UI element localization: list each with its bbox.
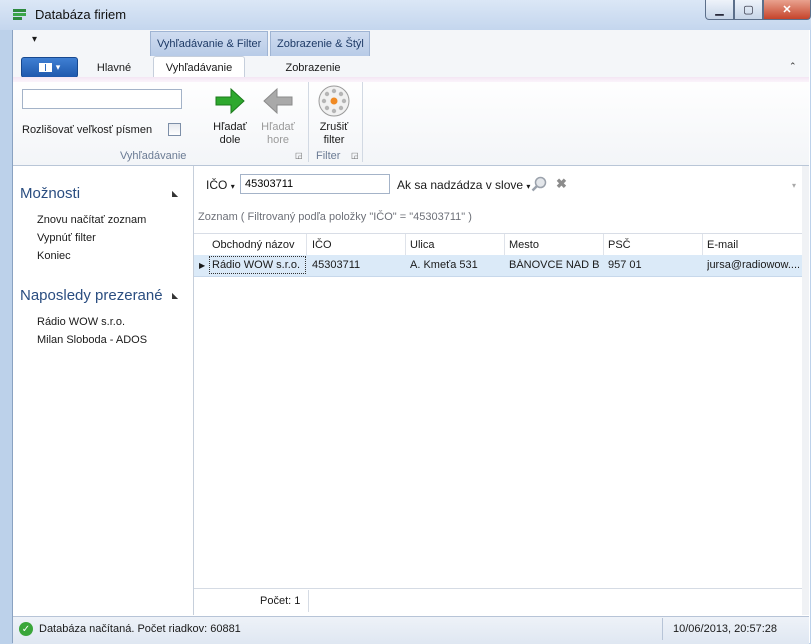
match-mode-dropdown[interactable]: Ak sa nadzádza v slove ▾	[397, 178, 530, 192]
close-button[interactable]: ✕	[763, 0, 811, 20]
case-sensitive-checkbox[interactable]	[168, 123, 181, 136]
tab-vyhladavanie[interactable]: Vyhľadávanie	[153, 56, 245, 79]
column-header-city[interactable]: Mesto	[509, 239, 539, 251]
case-sensitive-label: Rozlišovať veľkosť písmen	[22, 124, 153, 136]
cell-city[interactable]: BÁNOVCE NAD B...	[509, 259, 599, 271]
ribbon-accent-strip	[13, 77, 809, 82]
tab-zobrazenie[interactable]: Zobrazenie	[270, 58, 356, 77]
recent-title: Naposledy prezerané	[20, 287, 163, 304]
column-separator	[603, 234, 604, 255]
clear-search-icon[interactable]: ✖	[556, 176, 567, 192]
arrow-left-gray-icon	[261, 84, 295, 118]
row-indicator-icon: ▶	[199, 261, 206, 270]
table-row[interactable]: ▶ Rádio WOW s.r.o. 45303711 A. Kmeťa 531…	[194, 255, 802, 277]
window-title: Databáza firiem	[35, 7, 127, 22]
company-grid: Obchodný názov IČO Ulica Mesto PSČ E-mai…	[194, 233, 802, 585]
maximize-button[interactable]: ▢	[734, 0, 763, 20]
cell-email[interactable]: jursa@radiowow....	[707, 259, 799, 271]
filter-wheel-icon	[317, 84, 351, 118]
cell-name[interactable]: Rádio WOW s.r.o.	[212, 259, 304, 271]
cell-ico[interactable]: 45303711	[312, 259, 402, 271]
filter-value-input[interactable]	[240, 174, 390, 194]
dialog-launcher-icon[interactable]: ◲	[351, 151, 359, 160]
column-header-name[interactable]: Obchodný názov	[212, 239, 295, 251]
collapse-recent-icon[interactable]: ◣	[172, 291, 178, 300]
find-up-label: Hľadať hore	[261, 121, 295, 146]
footer-separator	[308, 590, 309, 612]
application-menu-button[interactable]: ▾	[21, 57, 78, 78]
column-separator	[702, 234, 703, 255]
window-controls: ▁ ▢ ✕	[705, 0, 811, 20]
check-icon: ✓	[19, 622, 33, 636]
database-app-icon	[12, 7, 28, 23]
grid-header: Obchodný názov IČO Ulica Mesto PSČ E-mai…	[194, 233, 802, 256]
dropdown-arrow-icon: ▾	[526, 182, 531, 191]
dropdown-arrow-icon: ▾	[230, 182, 235, 191]
row-count: Počet: 1	[260, 595, 301, 607]
column-separator	[306, 234, 307, 255]
ribbon-collapse-icon[interactable]: ⌃	[789, 61, 797, 72]
column-header-email[interactable]: E-mail	[707, 239, 738, 251]
recent-item[interactable]: Rádio WOW s.r.o.	[37, 316, 125, 328]
recent-item[interactable]: Milan Sloboda - ADOS	[37, 334, 147, 346]
find-down-button[interactable]: Hľadať dole	[206, 84, 254, 148]
clear-filter-button[interactable]: Zrušiť filter	[310, 84, 358, 148]
toolbar-overflow-icon[interactable]: ▾	[792, 181, 796, 190]
reload-list-link[interactable]: Znovu načítať zoznam	[37, 214, 146, 226]
contextual-tab-view-label: Zobrazenie & Štýl	[277, 38, 364, 50]
cell-zip[interactable]: 957 01	[608, 259, 698, 271]
right-edge-scroll	[802, 166, 809, 615]
find-up-button[interactable]: Hľadať hore	[254, 84, 302, 148]
arrow-right-green-icon	[213, 84, 247, 118]
ribbon-group-separator	[308, 82, 309, 162]
dialog-launcher-icon[interactable]: ◲	[295, 151, 303, 160]
disable-filter-link[interactable]: Vypnúť filter	[37, 232, 96, 244]
cell-street[interactable]: A. Kmeťa 531	[410, 259, 500, 271]
status-text: Databáza načítaná. Počet riadkov: 60881	[39, 623, 241, 635]
group-label-search: Vyhľadávanie	[120, 150, 187, 162]
column-header-ico[interactable]: IČO	[312, 239, 332, 251]
filter-field-dropdown[interactable]: IČO ▾	[206, 178, 235, 192]
column-separator	[405, 234, 406, 255]
tab-hlavne[interactable]: Hlavné	[88, 58, 140, 77]
options-title: Možnosti	[20, 185, 81, 202]
search-input[interactable]	[22, 89, 182, 109]
clear-filter-label: Zrušiť filter	[319, 121, 349, 146]
column-separator	[504, 234, 505, 255]
column-header-street[interactable]: Ulica	[410, 239, 434, 251]
list-caption: Zoznam ( Filtrovaný podľa položky "IČO" …	[198, 211, 472, 223]
exit-link[interactable]: Koniec	[37, 250, 71, 262]
collapse-options-icon[interactable]: ◣	[172, 189, 178, 198]
match-mode-label: Ak sa nadzádza v slove	[397, 178, 524, 192]
dropdown-arrow-icon: ▾	[55, 62, 61, 72]
minimize-button[interactable]: ▁	[705, 0, 734, 20]
status-separator	[662, 618, 663, 640]
column-header-zip[interactable]: PSČ	[608, 239, 631, 251]
book-icon	[38, 63, 52, 72]
search-icon[interactable]	[531, 176, 547, 195]
contextual-tab-search-label: Vyhľadávanie & Filter	[157, 38, 262, 50]
group-label-filter: Filter	[316, 150, 341, 162]
status-datetime: 10/06/2013, 20:57:28	[673, 623, 777, 635]
quick-access-toolbar-dropdown[interactable]: ▾	[32, 34, 37, 45]
find-down-label: Hľadať dole	[213, 121, 247, 146]
filter-field-label: IČO	[206, 178, 228, 192]
ribbon-group-separator	[362, 82, 363, 162]
